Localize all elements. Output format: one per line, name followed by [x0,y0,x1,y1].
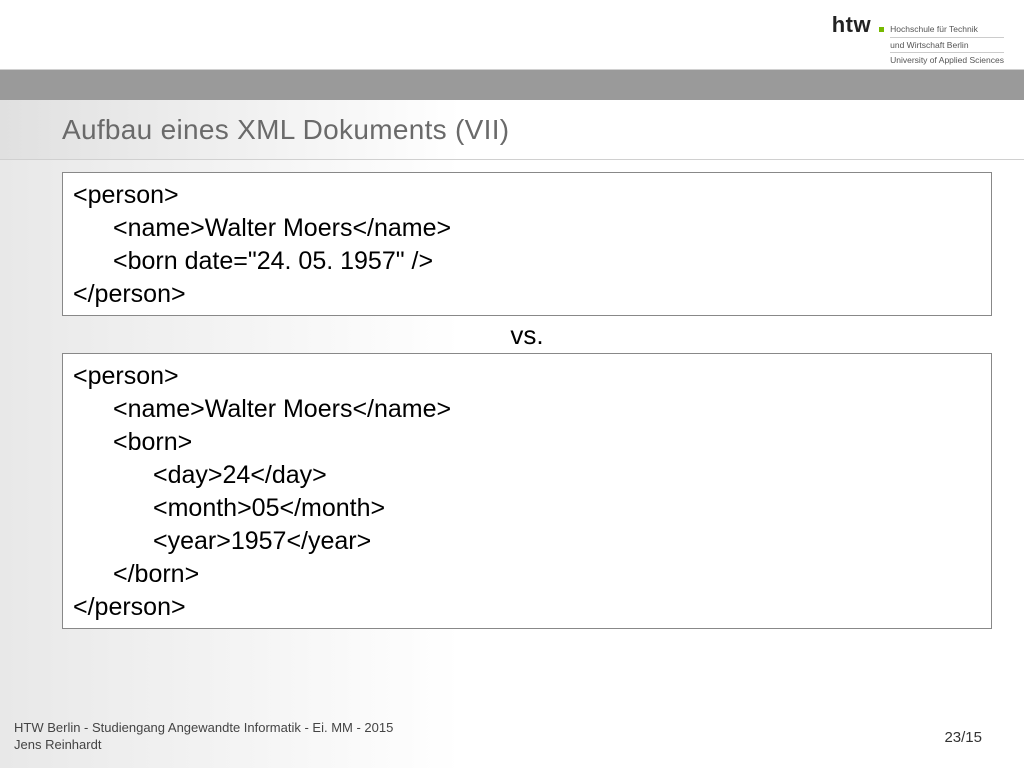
slide: htw Hochschule für Technik und Wirtschaf… [0,0,1024,768]
logo-area: htw Hochschule für Technik und Wirtschaf… [832,12,1004,70]
code-box-2: <person> <name>Walter Moers</name> <born… [62,353,992,629]
code-line: </person> [73,278,981,311]
code-line: <month>05</month> [73,492,981,525]
logo-text: htw [832,12,871,38]
code-line: <day>24</day> [73,459,981,492]
header-bar: htw Hochschule für Technik und Wirtschaf… [0,0,1024,70]
code-line: <name>Walter Moers</name> [73,393,981,426]
logo-line2: und Wirtschaft Berlin [890,40,1004,54]
footer-line1: HTW Berlin - Studiengang Angewandte Info… [14,719,393,737]
title-band: Aufbau eines XML Dokuments (VII) [0,100,1024,160]
logo: htw Hochschule für Technik und Wirtschaf… [832,12,1004,70]
logo-subtext: Hochschule für Technik und Wirtschaft Be… [890,24,1004,70]
logo-line3: University of Applied Sciences [890,55,1004,68]
code-line: <name>Walter Moers</name> [73,212,981,245]
logo-dot-icon [879,27,884,32]
accent-band [0,70,1024,100]
code-line: <year>1957</year> [73,525,981,558]
page-number: 23/15 [944,729,982,746]
logo-line1: Hochschule für Technik [890,24,1004,38]
code-line: <person> [73,179,981,212]
footer: HTW Berlin - Studiengang Angewandte Info… [14,719,393,754]
footer-line2: Jens Reinhardt [14,736,393,754]
code-line: <person> [73,360,981,393]
code-line: </person> [73,591,981,624]
content-area: <person> <name>Walter Moers</name> <born… [62,172,992,629]
code-box-1: <person> <name>Walter Moers</name> <born… [62,172,992,316]
code-line: <born> [73,426,981,459]
vs-label: vs. [62,320,992,351]
code-line: </born> [73,558,981,591]
slide-title: Aufbau eines XML Dokuments (VII) [62,114,509,146]
code-line: <born date="24. 05. 1957" /> [73,245,981,278]
